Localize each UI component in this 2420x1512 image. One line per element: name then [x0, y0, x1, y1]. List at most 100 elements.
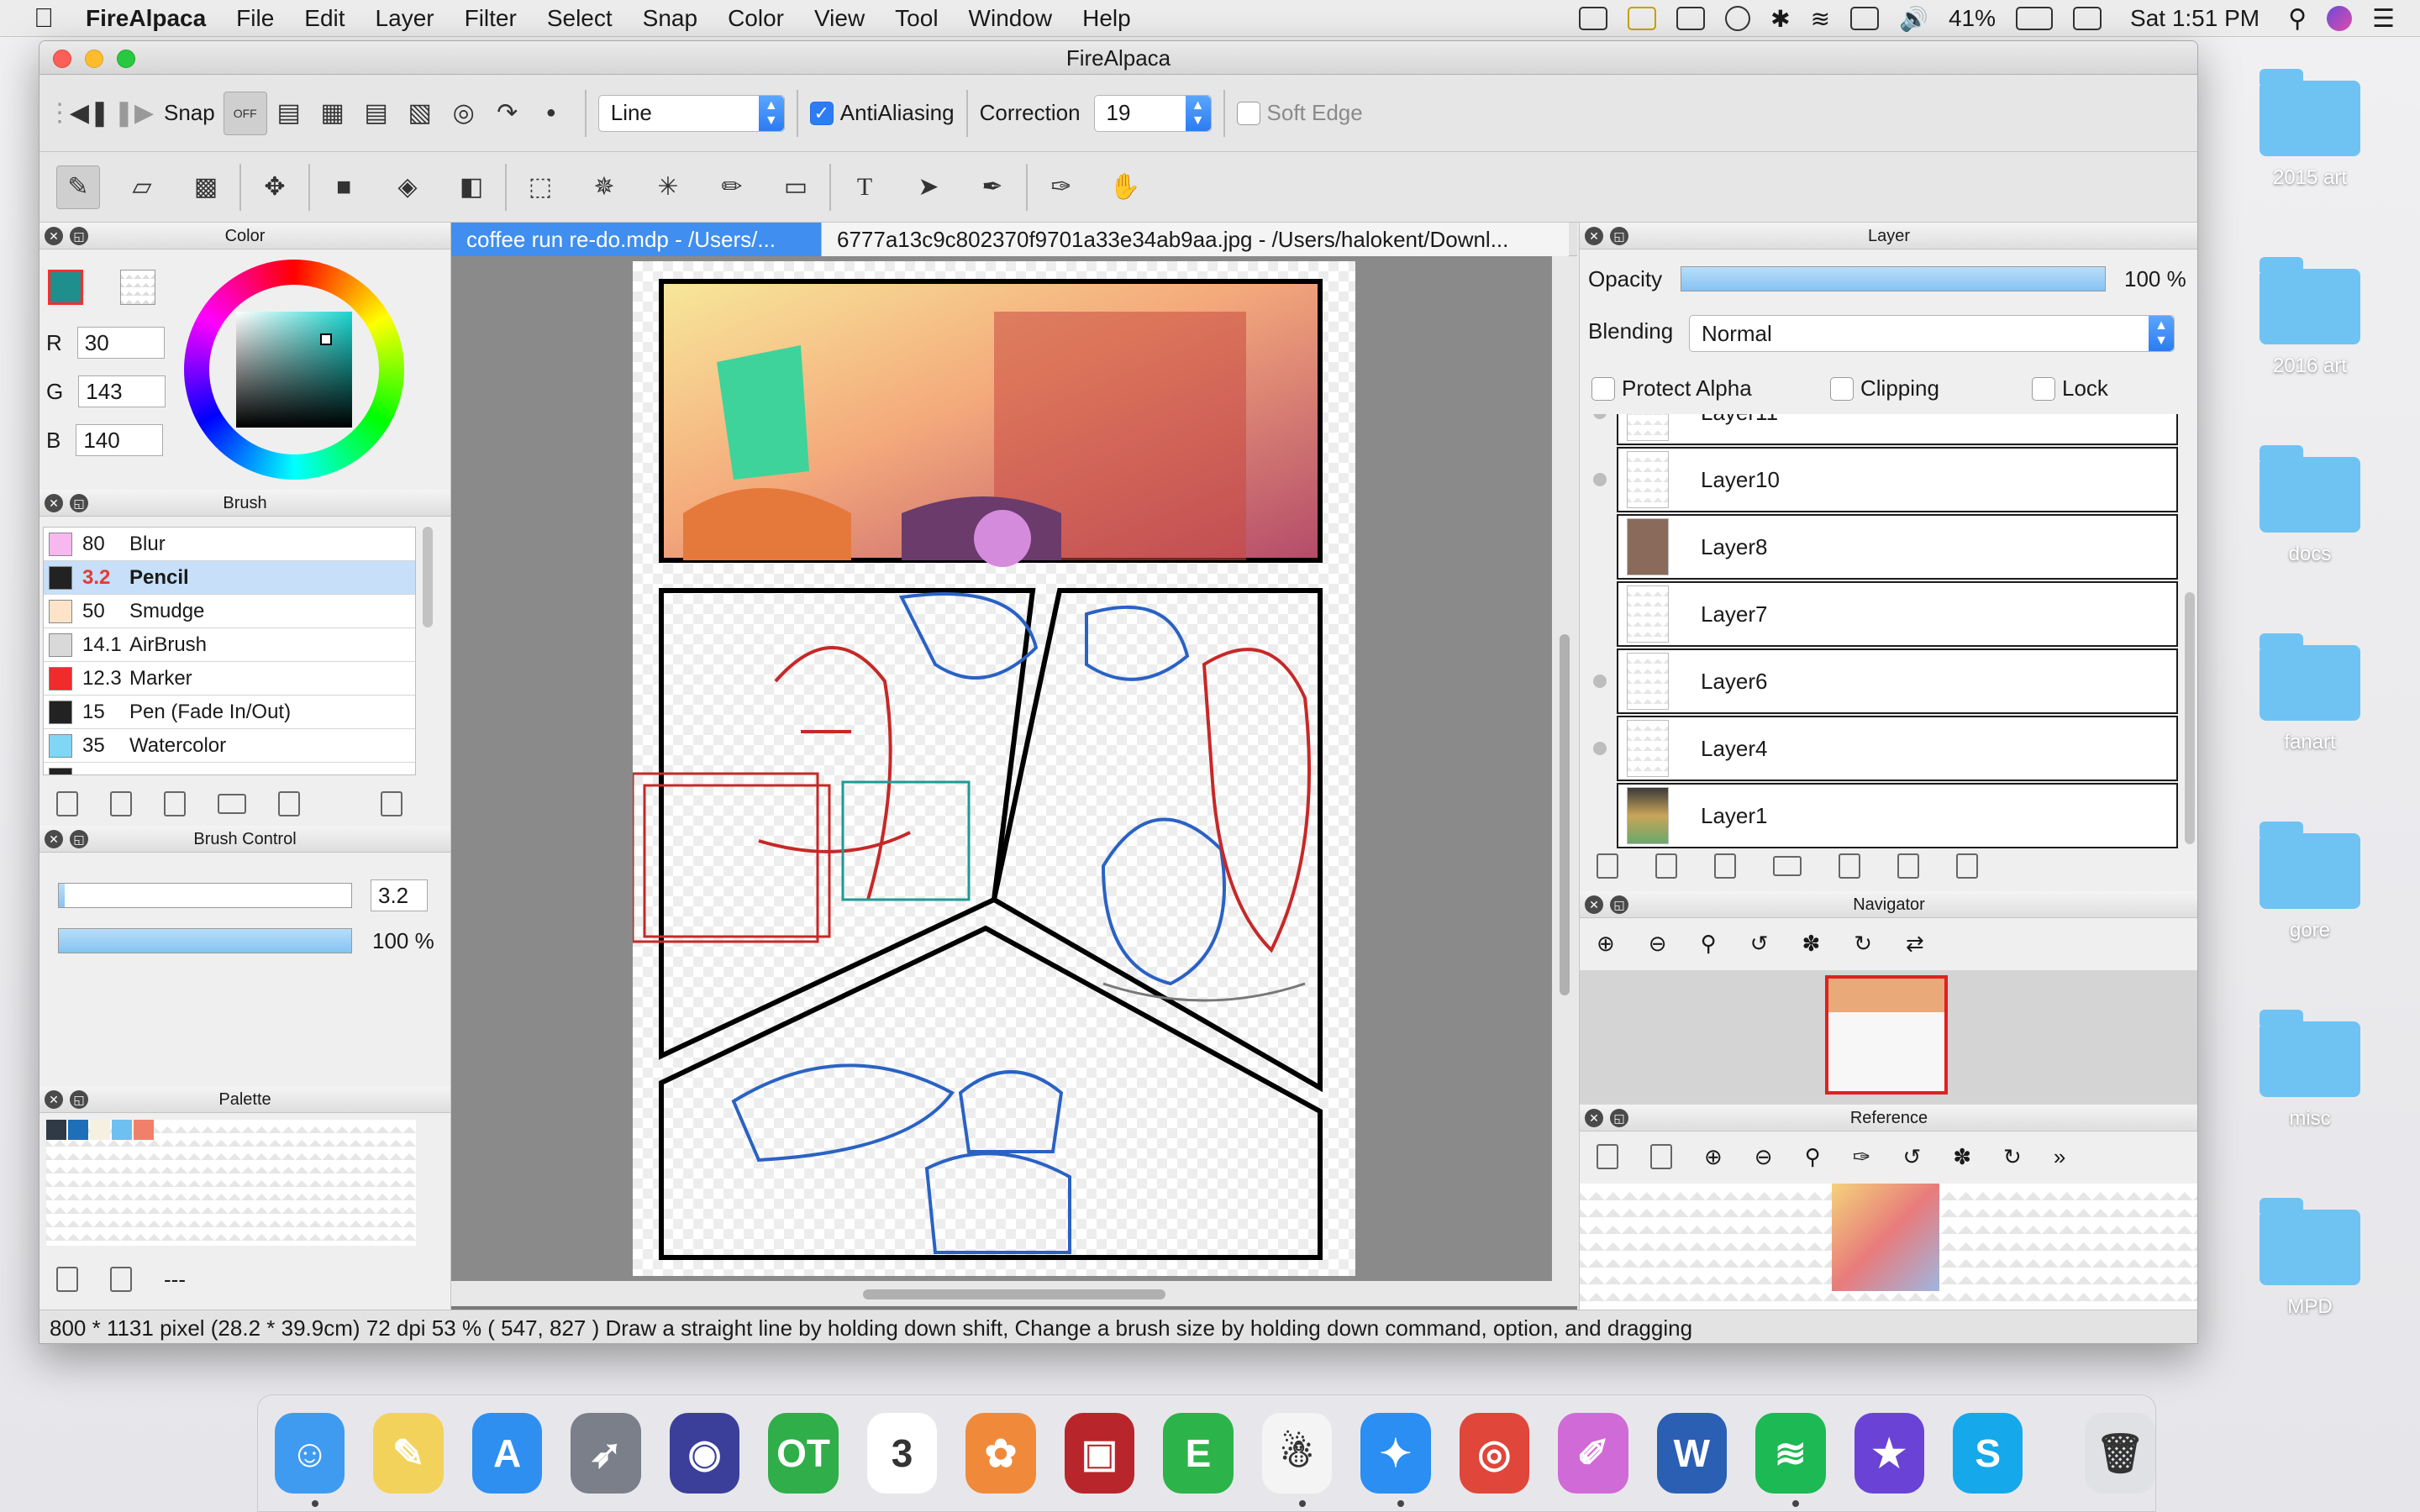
- zoom-fit-icon[interactable]: ⚲: [1701, 931, 1717, 957]
- blue-value-field[interactable]: 140: [76, 424, 164, 456]
- reference-preview[interactable]: [1580, 1184, 2197, 1310]
- canvas-viewport[interactable]: [451, 256, 1577, 1281]
- menu-view[interactable]: View: [799, 5, 880, 32]
- desktop-folder[interactable]: MPD: [2255, 1198, 2365, 1319]
- time-machine-icon[interactable]: [1725, 6, 1751, 31]
- blending-mode-select[interactable]: Normal ▲ ▼: [1689, 315, 2175, 352]
- zoom-fit-icon[interactable]: ⚲: [1805, 1144, 1821, 1170]
- secondary-color-swatch[interactable]: [120, 270, 155, 305]
- gradient-tool-icon[interactable]: ◧: [450, 165, 493, 209]
- dock-opentoonz-icon[interactable]: OT: [768, 1413, 839, 1494]
- menu-edit[interactable]: Edit: [289, 5, 360, 32]
- flip-horizontal-icon[interactable]: ⇄: [1906, 931, 1924, 957]
- menu-color[interactable]: Color: [713, 5, 799, 32]
- rotate-reset-icon[interactable]: ✽: [1802, 931, 1820, 957]
- brush-list-scrollbar[interactable]: [423, 527, 433, 627]
- menu-help[interactable]: Help: [1067, 5, 1146, 32]
- canvas-page[interactable]: [631, 261, 1355, 1276]
- layer-visibility-toggle[interactable]: [1583, 675, 1617, 688]
- new-palette-icon[interactable]: [56, 1267, 78, 1292]
- red-value-field[interactable]: 30: [76, 327, 165, 359]
- layer-opacity-slider[interactable]: [1681, 266, 2106, 291]
- select-pen-tool-icon[interactable]: ✏: [710, 165, 754, 209]
- menu-layer[interactable]: Layer: [360, 5, 450, 32]
- zoom-in-icon[interactable]: ⊕: [1704, 1144, 1723, 1170]
- navigator-preview[interactable]: [1580, 970, 2197, 1105]
- close-icon[interactable]: ✕: [45, 1090, 63, 1109]
- move-tool-icon[interactable]: ✥: [253, 165, 297, 209]
- snap-curve-icon[interactable]: ↷: [486, 92, 529, 135]
- zoom-window-button[interactable]: [117, 50, 135, 68]
- brush-size-field[interactable]: 3.2: [371, 879, 428, 911]
- rotate-reset-icon[interactable]: ✽: [1953, 1144, 1971, 1170]
- layer-visibility-toggle[interactable]: [1583, 414, 1617, 419]
- spotlight-search-icon[interactable]: ⚲: [2288, 4, 2307, 34]
- palette-swatch[interactable]: [90, 1120, 110, 1140]
- layer-item[interactable]: Layer6: [1617, 648, 2178, 714]
- dock-finder-icon[interactable]: ☺: [275, 1413, 345, 1507]
- magic-wand-tool-icon[interactable]: ✳: [646, 165, 690, 209]
- close-window-button[interactable]: [53, 50, 71, 68]
- snap-parallel-icon[interactable]: ▤: [267, 92, 311, 135]
- dock-siri-icon[interactable]: ◉: [669, 1413, 740, 1494]
- dock-imovie-icon[interactable]: ★: [1854, 1413, 1924, 1494]
- layer-item[interactable]: Layer8: [1617, 514, 2178, 580]
- layer-row[interactable]: Layer1: [1583, 782, 2196, 849]
- vertical-scrollbar[interactable]: [1552, 256, 1577, 1281]
- dock-safari-icon[interactable]: ✦: [1360, 1413, 1431, 1507]
- redo-icon[interactable]: ❚▶: [112, 92, 155, 135]
- close-icon[interactable]: ✕: [45, 227, 63, 245]
- rotate-right-icon[interactable]: ↻: [1854, 931, 1872, 957]
- eraser-tool-icon[interactable]: ▱: [120, 165, 164, 209]
- dock-skype-icon[interactable]: S: [1952, 1413, 2023, 1494]
- lock-option[interactable]: Lock: [2032, 375, 2108, 402]
- snap-off-button[interactable]: OFF: [223, 91, 267, 135]
- close-icon[interactable]: ✕: [1585, 1109, 1603, 1127]
- wifi-icon[interactable]: ≋: [1811, 5, 1830, 33]
- color-picker-marker[interactable]: [320, 333, 332, 345]
- hand-tool-icon[interactable]: ✋: [1103, 165, 1147, 209]
- dock-trash-icon[interactable]: 🗑: [2085, 1413, 2155, 1494]
- menu-filter[interactable]: Filter: [450, 5, 532, 32]
- status-app-icon[interactable]: [1579, 7, 1608, 30]
- select-eraser-tool-icon[interactable]: ▭: [774, 165, 818, 209]
- line-mode-select[interactable]: Line ▲ ▼: [597, 94, 785, 132]
- bucket-tool-icon[interactable]: ◈: [386, 165, 429, 209]
- battery-icon[interactable]: [2016, 7, 2054, 30]
- desktop-folder[interactable]: fanart: [2255, 633, 2365, 754]
- text-tool-icon[interactable]: T: [843, 165, 886, 209]
- dock-calendar-icon[interactable]: 3: [866, 1413, 938, 1494]
- layer-visibility-toggle[interactable]: [1583, 742, 1617, 755]
- layer-item[interactable]: Layer1: [1617, 783, 2178, 848]
- layer-item[interactable]: Layer10: [1617, 447, 2178, 512]
- palette-swatch[interactable]: [68, 1120, 88, 1140]
- detach-icon[interactable]: ◱: [1610, 1109, 1628, 1127]
- dock-launchpad-icon[interactable]: ➶: [571, 1413, 641, 1494]
- duplicate-layer-icon[interactable]: [1839, 853, 1860, 879]
- layer-row[interactable]: Layer10: [1583, 446, 2196, 513]
- dock-firealpaca-icon[interactable]: ☃: [1261, 1413, 1333, 1507]
- dot-tool-icon[interactable]: ▩: [184, 165, 228, 209]
- brush-item[interactable]: 3.2 Pencil: [44, 561, 415, 595]
- desktop-folder[interactable]: docs: [2255, 445, 2365, 566]
- dock-paintbrush-icon[interactable]: ✐: [1558, 1413, 1628, 1494]
- soft-edge-checkbox[interactable]: [1236, 101, 1260, 125]
- detach-icon[interactable]: ◱: [1610, 227, 1628, 245]
- desktop-folder[interactable]: gore: [2255, 822, 2365, 942]
- more-chevron-icon[interactable]: »: [2054, 1144, 2065, 1170]
- close-icon[interactable]: ✕: [45, 494, 63, 512]
- menu-snap[interactable]: Snap: [628, 5, 713, 32]
- menu-select[interactable]: Select: [532, 5, 628, 32]
- brush-item[interactable]: 14.1 AirBrush: [44, 628, 415, 662]
- merge-down-icon[interactable]: [1897, 853, 1919, 879]
- delete-layer-icon[interactable]: [1956, 853, 1978, 879]
- menu-file[interactable]: File: [221, 5, 289, 32]
- detach-icon[interactable]: ◱: [70, 830, 88, 848]
- zoom-out-icon[interactable]: ⊖: [1754, 1144, 1773, 1170]
- eyedropper-icon[interactable]: ✑: [1853, 1144, 1871, 1170]
- snap-concentric-icon[interactable]: ◎: [442, 92, 486, 135]
- lasso-tool-icon[interactable]: ✵: [582, 165, 626, 209]
- bluetooth-icon[interactable]: ✱: [1770, 5, 1790, 33]
- dock-app-store-icon[interactable]: A: [471, 1413, 543, 1494]
- notification-center-icon[interactable]: ☰: [2372, 4, 2395, 34]
